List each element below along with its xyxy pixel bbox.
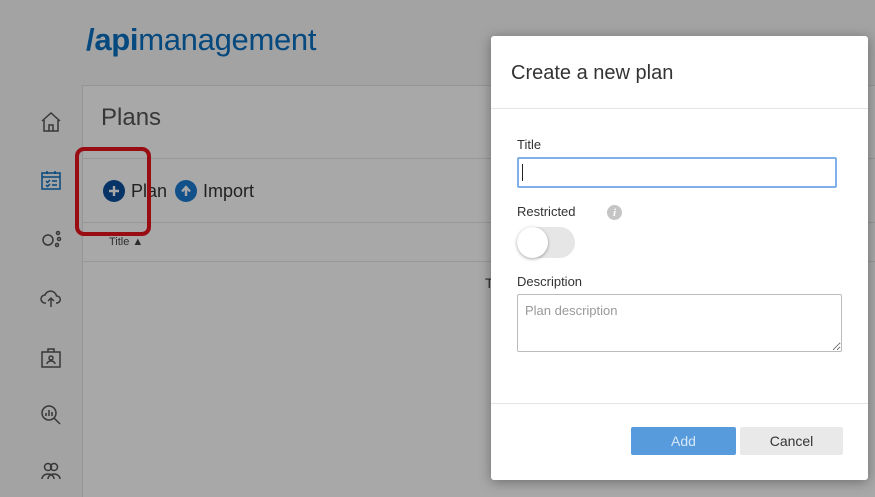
restricted-label: Restricted — [517, 204, 576, 219]
info-icon[interactable]: i — [607, 205, 622, 220]
title-label: Title — [517, 137, 542, 152]
dialog-title: Create a new plan — [511, 62, 674, 84]
add-button[interactable]: Add — [631, 427, 736, 455]
restricted-toggle[interactable] — [517, 227, 575, 258]
text-caret — [522, 164, 523, 181]
divider — [491, 403, 868, 404]
title-input[interactable] — [517, 157, 837, 188]
cancel-button[interactable]: Cancel — [740, 427, 843, 455]
description-textarea[interactable] — [517, 294, 842, 352]
description-label: Description — [517, 274, 583, 289]
toggle-knob — [517, 227, 548, 258]
create-plan-dialog: Create a new plan Title Restricted i Des… — [491, 36, 868, 480]
divider — [491, 108, 868, 109]
